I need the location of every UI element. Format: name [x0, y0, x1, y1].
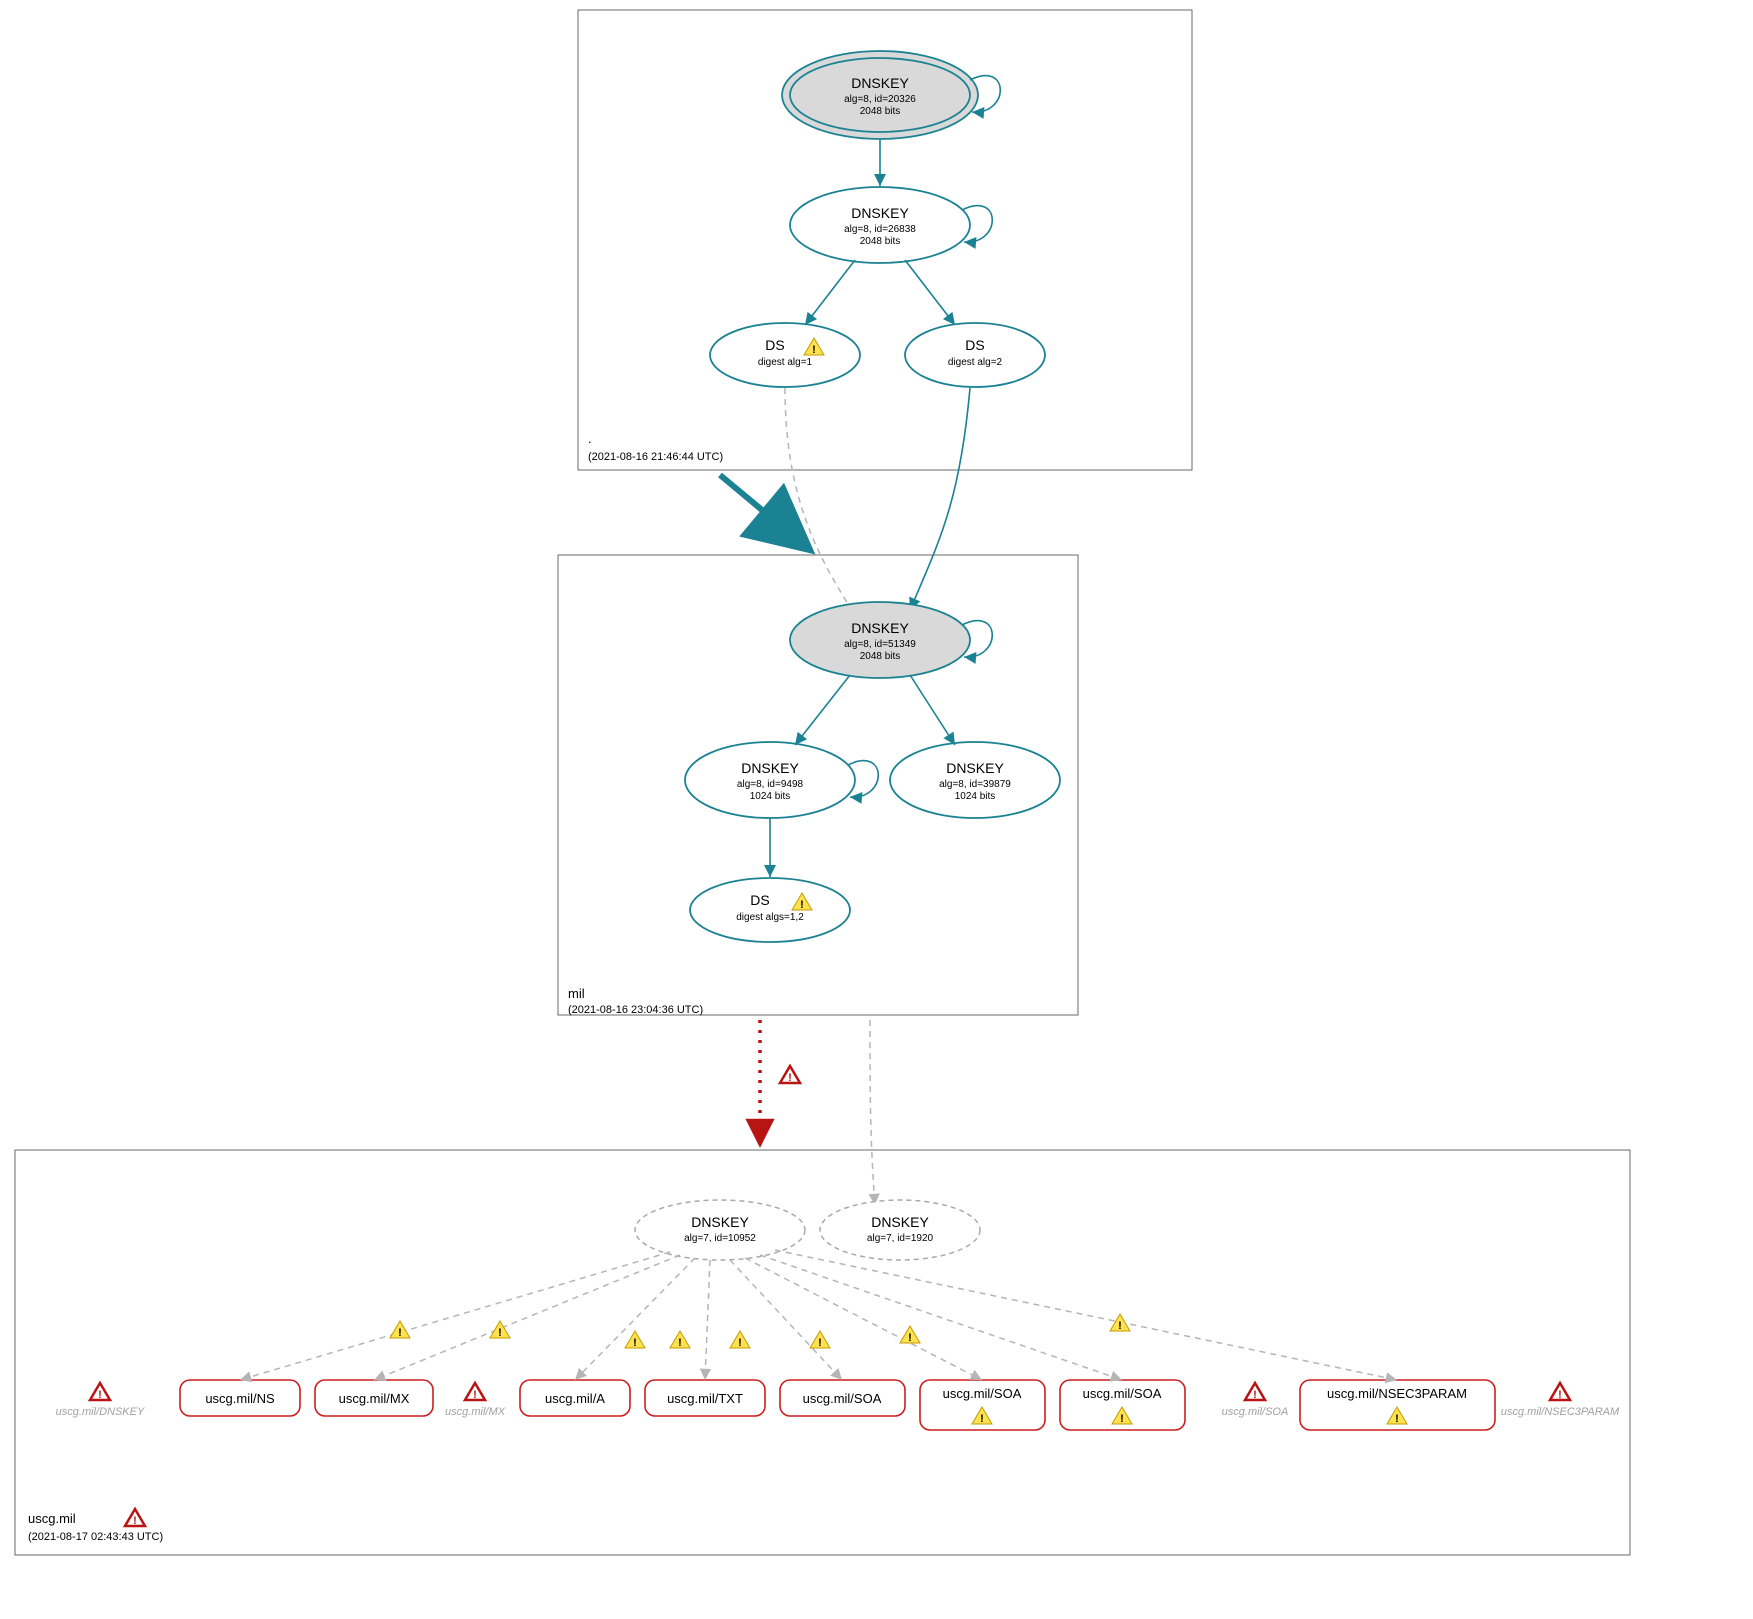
node-root-zsk[interactable]: DNSKEY alg=8, id=26838 2048 bits: [790, 187, 970, 263]
zone-root-timestamp: (2021-08-16 21:46:44 UTC): [588, 451, 723, 463]
svg-text:DS: DS: [965, 337, 984, 353]
rrset-nsec3param[interactable]: uscg.mil/NSEC3PARAM: [1300, 1380, 1495, 1430]
svg-text:alg=8, id=51349: alg=8, id=51349: [844, 639, 916, 650]
rrset-txt[interactable]: uscg.mil/TXT: [645, 1380, 765, 1416]
svg-text:(2021-08-16 23:04:36 UTC): (2021-08-16 23:04:36 UTC): [568, 1004, 703, 1016]
zone-root-label: .: [588, 431, 592, 446]
edge-ds1-to-mil: [785, 388, 855, 615]
svg-text:DS: DS: [750, 892, 769, 908]
svg-text:uscg.mil/NS: uscg.mil/NS: [205, 1391, 275, 1406]
rrset-mx[interactable]: uscg.mil/MX: [315, 1380, 433, 1416]
svg-text:DNSKEY: DNSKEY: [741, 760, 799, 776]
svg-text:DNSKEY: DNSKEY: [851, 75, 909, 91]
warning-icon: [625, 1331, 645, 1349]
edge: [795, 675, 850, 745]
warning-icon: [1110, 1314, 1130, 1332]
rrset-a[interactable]: uscg.mil/A: [520, 1380, 630, 1416]
svg-text:alg=7, id=1920: alg=7, id=1920: [867, 1233, 934, 1244]
svg-text:DNSKEY: DNSKEY: [871, 1214, 929, 1230]
error-icon: [1550, 1383, 1570, 1401]
svg-text:DNSKEY: DNSKEY: [946, 760, 1004, 776]
zone-mil: mil (2021-08-16 23:04:36 UTC) DNSKEY alg…: [558, 555, 1078, 1016]
error-icon: [90, 1383, 110, 1401]
svg-text:uscg.mil/MX: uscg.mil/MX: [339, 1391, 410, 1406]
svg-text:DNSKEY: DNSKEY: [851, 205, 909, 221]
warning-icon: [670, 1331, 690, 1349]
svg-text:uscg.mil/SOA: uscg.mil/SOA: [943, 1386, 1022, 1401]
svg-text:uscg.mil/NSEC3PARAM: uscg.mil/NSEC3PARAM: [1327, 1386, 1467, 1401]
zone-mil-label: mil: [568, 986, 585, 1001]
warning-icon: [810, 1331, 830, 1349]
svg-text:DNSKEY: DNSKEY: [691, 1214, 749, 1230]
error-icon: [125, 1509, 145, 1527]
warning-icon: [730, 1331, 750, 1349]
node-root-ds2[interactable]: DS digest alg=2: [905, 323, 1045, 387]
unsigned-nsec3p: uscg.mil/NSEC3PARAM: [1501, 1406, 1620, 1418]
zone-root: . (2021-08-16 21:46:44 UTC) DNSKEY alg=8…: [578, 10, 1192, 470]
svg-text:1024 bits: 1024 bits: [955, 791, 996, 802]
svg-text:alg=8, id=26838: alg=8, id=26838: [844, 224, 916, 235]
dnssec-graph: ! ! . (2021-08-16 21:46:44 UTC) DNSKEY a…: [0, 0, 1753, 1619]
rrset-soa2[interactable]: uscg.mil/SOA: [920, 1380, 1045, 1430]
rrset-soa1[interactable]: uscg.mil/SOA: [780, 1380, 905, 1416]
warning-icon: [390, 1321, 410, 1339]
unsigned-mx: uscg.mil/MX: [445, 1406, 506, 1418]
node-root-ds1[interactable]: DS digest alg=1: [710, 323, 860, 387]
error-icon: [780, 1066, 800, 1084]
svg-text:(2021-08-17 02:43:43 UTC): (2021-08-17 02:43:43 UTC): [28, 1531, 163, 1543]
svg-text:alg=7, id=10952: alg=7, id=10952: [684, 1233, 756, 1244]
svg-text:2048 bits: 2048 bits: [860, 651, 901, 662]
svg-text:2048 bits: 2048 bits: [860, 106, 901, 117]
svg-text:uscg.mil/SOA: uscg.mil/SOA: [803, 1391, 882, 1406]
svg-text:uscg.mil/TXT: uscg.mil/TXT: [667, 1391, 743, 1406]
node-root-ksk[interactable]: DNSKEY alg=8, id=20326 2048 bits: [782, 51, 978, 139]
node-uscg-key2[interactable]: DNSKEY alg=7, id=1920: [820, 1200, 980, 1260]
rrset-ns[interactable]: uscg.mil/NS: [180, 1380, 300, 1416]
svg-text:DNSKEY: DNSKEY: [851, 620, 909, 636]
zone-uscg-label: uscg.mil: [28, 1511, 76, 1526]
svg-text:digest alg=1: digest alg=1: [758, 357, 813, 368]
unsigned-soa: uscg.mil/SOA: [1222, 1406, 1289, 1418]
edge: [910, 675, 955, 745]
svg-text:digest algs=1,2: digest algs=1,2: [736, 912, 804, 923]
svg-text:alg=8, id=20326: alg=8, id=20326: [844, 94, 916, 105]
node-mil-ds[interactable]: DS digest algs=1,2: [690, 878, 850, 942]
svg-text:DS: DS: [765, 337, 784, 353]
svg-text:2048 bits: 2048 bits: [860, 236, 901, 247]
warning-icon: [490, 1321, 510, 1339]
node-mil-ksk[interactable]: DNSKEY alg=8, id=51349 2048 bits: [790, 602, 970, 678]
edge: [805, 260, 855, 325]
svg-text:uscg.mil/SOA: uscg.mil/SOA: [1083, 1386, 1162, 1401]
svg-text:digest alg=2: digest alg=2: [948, 357, 1003, 368]
edge-ds2-to-mil: [910, 388, 970, 610]
node-mil-zsk2[interactable]: DNSKEY alg=8, id=39879 1024 bits: [890, 742, 1060, 818]
svg-text:alg=8, id=39879: alg=8, id=39879: [939, 779, 1011, 790]
node-mil-zsk1[interactable]: DNSKEY alg=8, id=9498 1024 bits: [685, 742, 855, 818]
error-icon: [465, 1383, 485, 1401]
svg-text:uscg.mil/A: uscg.mil/A: [545, 1391, 605, 1406]
svg-text:1024 bits: 1024 bits: [750, 791, 791, 802]
svg-text:alg=8, id=9498: alg=8, id=9498: [737, 779, 804, 790]
edge: [870, 1020, 875, 1205]
zone-uscg: uscg.mil (2021-08-17 02:43:43 UTC) DNSKE…: [15, 1150, 1630, 1555]
error-icon: [1245, 1383, 1265, 1401]
warning-icon: [900, 1326, 920, 1344]
edge: [905, 260, 955, 325]
rrset-soa3[interactable]: uscg.mil/SOA: [1060, 1380, 1185, 1430]
unsigned-dnskey: uscg.mil/DNSKEY: [56, 1406, 145, 1418]
